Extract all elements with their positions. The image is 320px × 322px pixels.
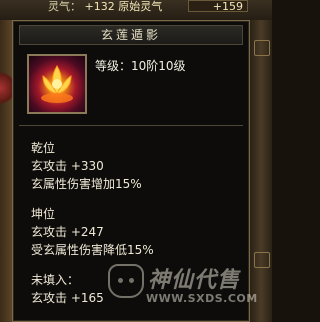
- section-heading: 未填入：: [31, 273, 80, 287]
- section-heading: 坤位: [31, 207, 56, 221]
- stat-line: 受玄属性伤害降低15%: [31, 243, 154, 257]
- item-level: 等级：10阶10级: [95, 59, 186, 73]
- stat-line: 玄攻击 +330: [31, 159, 104, 173]
- divider: [19, 125, 243, 126]
- corner-icon: [254, 40, 270, 56]
- stat-line: 玄属性伤害增加15%: [31, 177, 142, 191]
- section-heading: 乾位: [31, 141, 56, 155]
- stat-label: 灵气：: [48, 0, 81, 13]
- background-right-frame: [250, 20, 272, 322]
- background-window-header: 灵气： +132 原始灵气 +159: [0, 0, 272, 22]
- stat-line: 玄攻击 +247: [31, 225, 104, 239]
- watermark-url: WWW.SXDS.COM: [146, 292, 258, 305]
- emblem-icon: [0, 68, 12, 108]
- watermark-brand: 神仙代售: [148, 268, 241, 293]
- mascot-icon: [108, 264, 144, 298]
- corner-icon: [254, 252, 270, 268]
- stat-value: +132 原始灵气: [84, 0, 163, 13]
- tooltip-title: 玄莲遁影: [19, 25, 243, 45]
- watermark-logo: 神仙代售 WWW.SXDS.COM: [108, 260, 257, 316]
- lotus-icon: [27, 54, 87, 114]
- stat-row: 灵气： +132 原始灵气: [48, 0, 162, 14]
- stat-line: 玄攻击 +165: [31, 291, 104, 305]
- background-left-frame: [0, 20, 12, 322]
- stat-box: +159: [188, 0, 248, 13]
